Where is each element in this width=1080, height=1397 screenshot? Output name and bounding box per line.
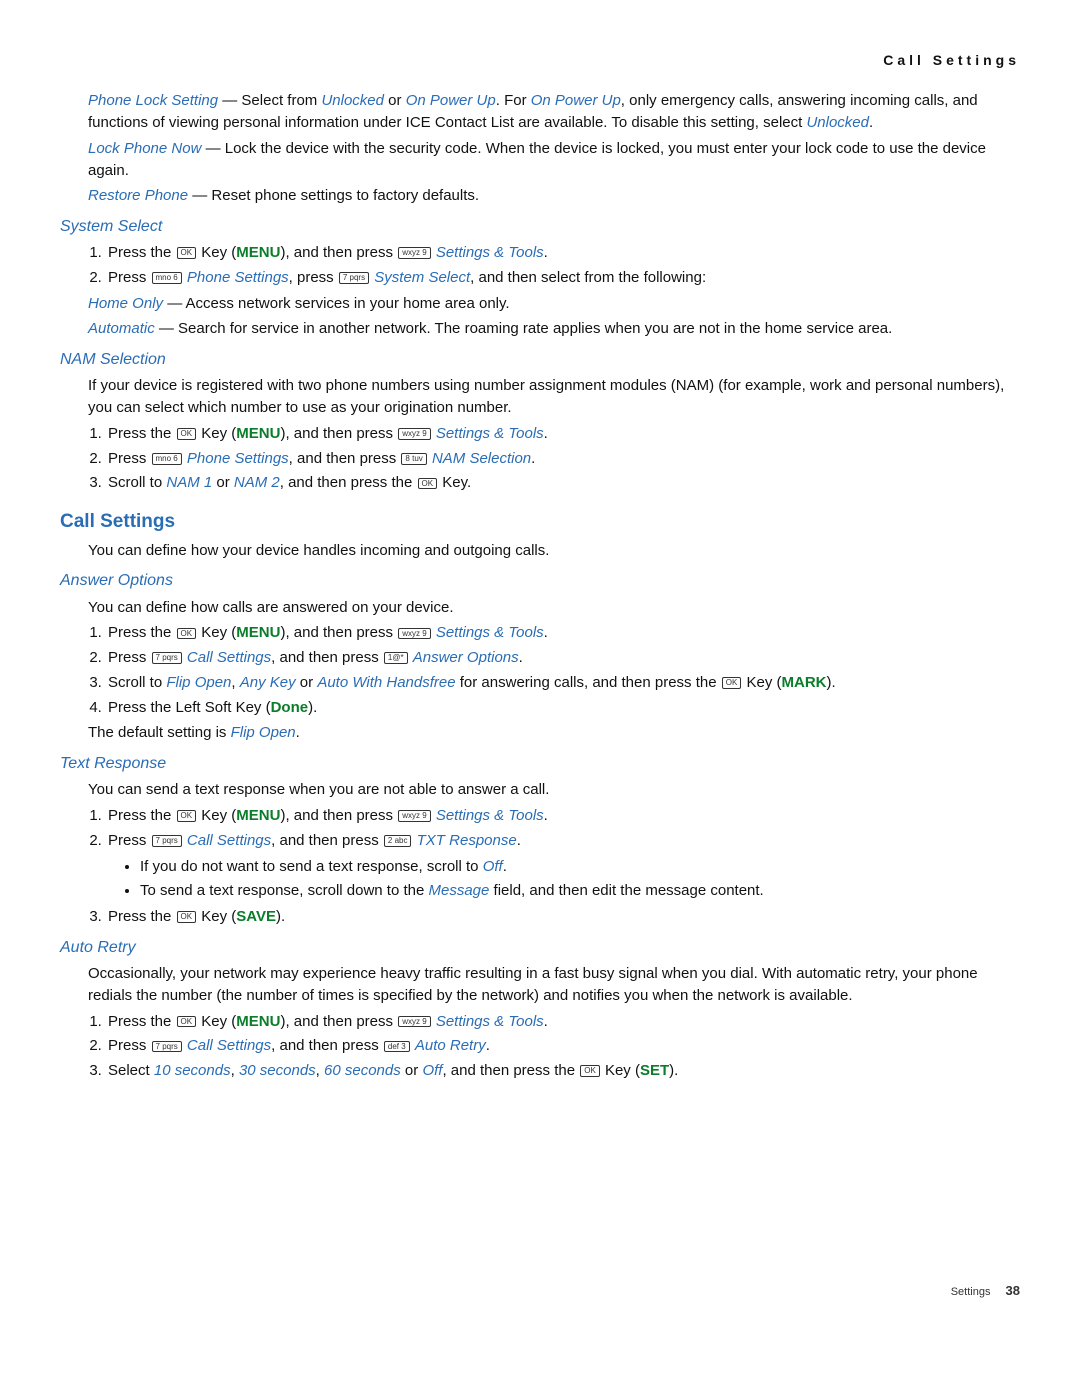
ok-key-icon: OK — [177, 628, 197, 640]
list-item: Press mno 6 Phone Settings, press 7 pqrs… — [106, 267, 1020, 289]
auto-retry-heading: Auto Retry — [60, 936, 1020, 959]
pqrs7-key-icon: 7 pqrs — [152, 835, 182, 847]
list-item: Select 10 seconds, 30 seconds, 60 second… — [106, 1060, 1020, 1082]
mno6-key-icon: mno 6 — [152, 272, 182, 284]
pqrs7-key-icon: 7 pqrs — [339, 272, 369, 284]
answer-default: The default setting is Flip Open. — [60, 722, 1020, 744]
system-select-heading: System Select — [60, 215, 1020, 238]
mno6-key-icon: mno 6 — [152, 453, 182, 465]
page-header: Call Settings — [60, 50, 1020, 70]
list-item: Press the OK Key (MENU), and then press … — [106, 622, 1020, 644]
def3-key-icon: def 3 — [384, 1041, 410, 1053]
text-response-bullets: If you do not want to send a text respon… — [60, 856, 1020, 903]
lock-phone-now-para: Lock Phone Now — Lock the device with th… — [60, 138, 1020, 182]
ok-key-icon: OK — [418, 478, 438, 490]
list-item: Press the Left Soft Key (Done). — [106, 697, 1020, 719]
list-item: Press 7 pqrs Call Settings, and then pre… — [106, 647, 1020, 669]
list-item: Press 7 pqrs Call Settings, and then pre… — [106, 830, 1020, 852]
ok-key-icon: OK — [177, 1016, 197, 1028]
system-select-steps: Press the OK Key (MENU), and then press … — [60, 242, 1020, 289]
wxyz9-key-icon: wxyz 9 — [398, 628, 430, 640]
call-settings-intro: You can define how your device handles i… — [60, 540, 1020, 562]
call-settings-heading: Call Settings — [60, 508, 1020, 536]
auto-retry-steps: Press the OK Key (MENU), and then press … — [60, 1011, 1020, 1082]
list-item: Scroll to NAM 1 or NAM 2, and then press… — [106, 472, 1020, 494]
automatic-para: Automatic — Search for service in anothe… — [60, 318, 1020, 340]
restore-phone-para: Restore Phone — Reset phone settings to … — [60, 185, 1020, 207]
wxyz9-key-icon: wxyz 9 — [398, 428, 430, 440]
nam-selection-heading: NAM Selection — [60, 348, 1020, 371]
list-item: Press mno 6 Phone Settings, and then pre… — [106, 448, 1020, 470]
home-only-para: Home Only — Access network services in y… — [60, 293, 1020, 315]
text-response-heading: Text Response — [60, 752, 1020, 775]
ok-key-icon: OK — [580, 1065, 600, 1077]
wxyz9-key-icon: wxyz 9 — [398, 1016, 430, 1028]
list-item: Scroll to Flip Open, Any Key or Auto Wit… — [106, 672, 1020, 694]
at1-key-icon: 1@* — [384, 652, 408, 664]
text-response-intro: You can send a text response when you ar… — [60, 779, 1020, 801]
list-item: Press 7 pqrs Call Settings, and then pre… — [106, 1035, 1020, 1057]
answer-steps: Press the OK Key (MENU), and then press … — [60, 622, 1020, 718]
answer-intro: You can define how calls are answered on… — [60, 597, 1020, 619]
wxyz9-key-icon: wxyz 9 — [398, 247, 430, 259]
tuv8-key-icon: 8 tuv — [401, 453, 426, 465]
ok-key-icon: OK — [177, 428, 197, 440]
ok-key-icon: OK — [177, 247, 197, 259]
answer-options-heading: Answer Options — [60, 569, 1020, 592]
list-item: Press the OK Key (MENU), and then press … — [106, 242, 1020, 264]
ok-key-icon: OK — [177, 810, 197, 822]
page-number: 38 — [1006, 1283, 1020, 1298]
phone-lock-setting-para: Phone Lock Setting — Select from Unlocke… — [60, 90, 1020, 134]
list-item: If you do not want to send a text respon… — [140, 856, 1020, 878]
list-item: Press the OK Key (SAVE). — [106, 906, 1020, 928]
list-item: Press the OK Key (MENU), and then press … — [106, 1011, 1020, 1033]
text-response-steps-cont: Press the OK Key (SAVE). — [60, 906, 1020, 928]
list-item: To send a text response, scroll down to … — [140, 880, 1020, 902]
nam-intro: If your device is registered with two ph… — [60, 375, 1020, 419]
nam-steps: Press the OK Key (MENU), and then press … — [60, 423, 1020, 494]
lock-phone-now-label: Lock Phone Now — [88, 140, 201, 157]
restore-phone-label: Restore Phone — [88, 187, 188, 204]
list-item: Press the OK Key (MENU), and then press … — [106, 423, 1020, 445]
text-response-steps: Press the OK Key (MENU), and then press … — [60, 805, 1020, 852]
abc2-key-icon: 2 abc — [384, 835, 412, 847]
phone-lock-setting-label: Phone Lock Setting — [88, 92, 218, 109]
pqrs7-key-icon: 7 pqrs — [152, 1041, 182, 1053]
wxyz9-key-icon: wxyz 9 — [398, 810, 430, 822]
ok-key-icon: OK — [722, 677, 742, 689]
ok-key-icon: OK — [177, 911, 197, 923]
pqrs7-key-icon: 7 pqrs — [152, 652, 182, 664]
list-item: Press the OK Key (MENU), and then press … — [106, 805, 1020, 827]
auto-retry-intro: Occasionally, your network may experienc… — [60, 963, 1020, 1007]
page-footer: Settings 38 — [60, 1282, 1020, 1301]
footer-section: Settings — [951, 1286, 991, 1298]
